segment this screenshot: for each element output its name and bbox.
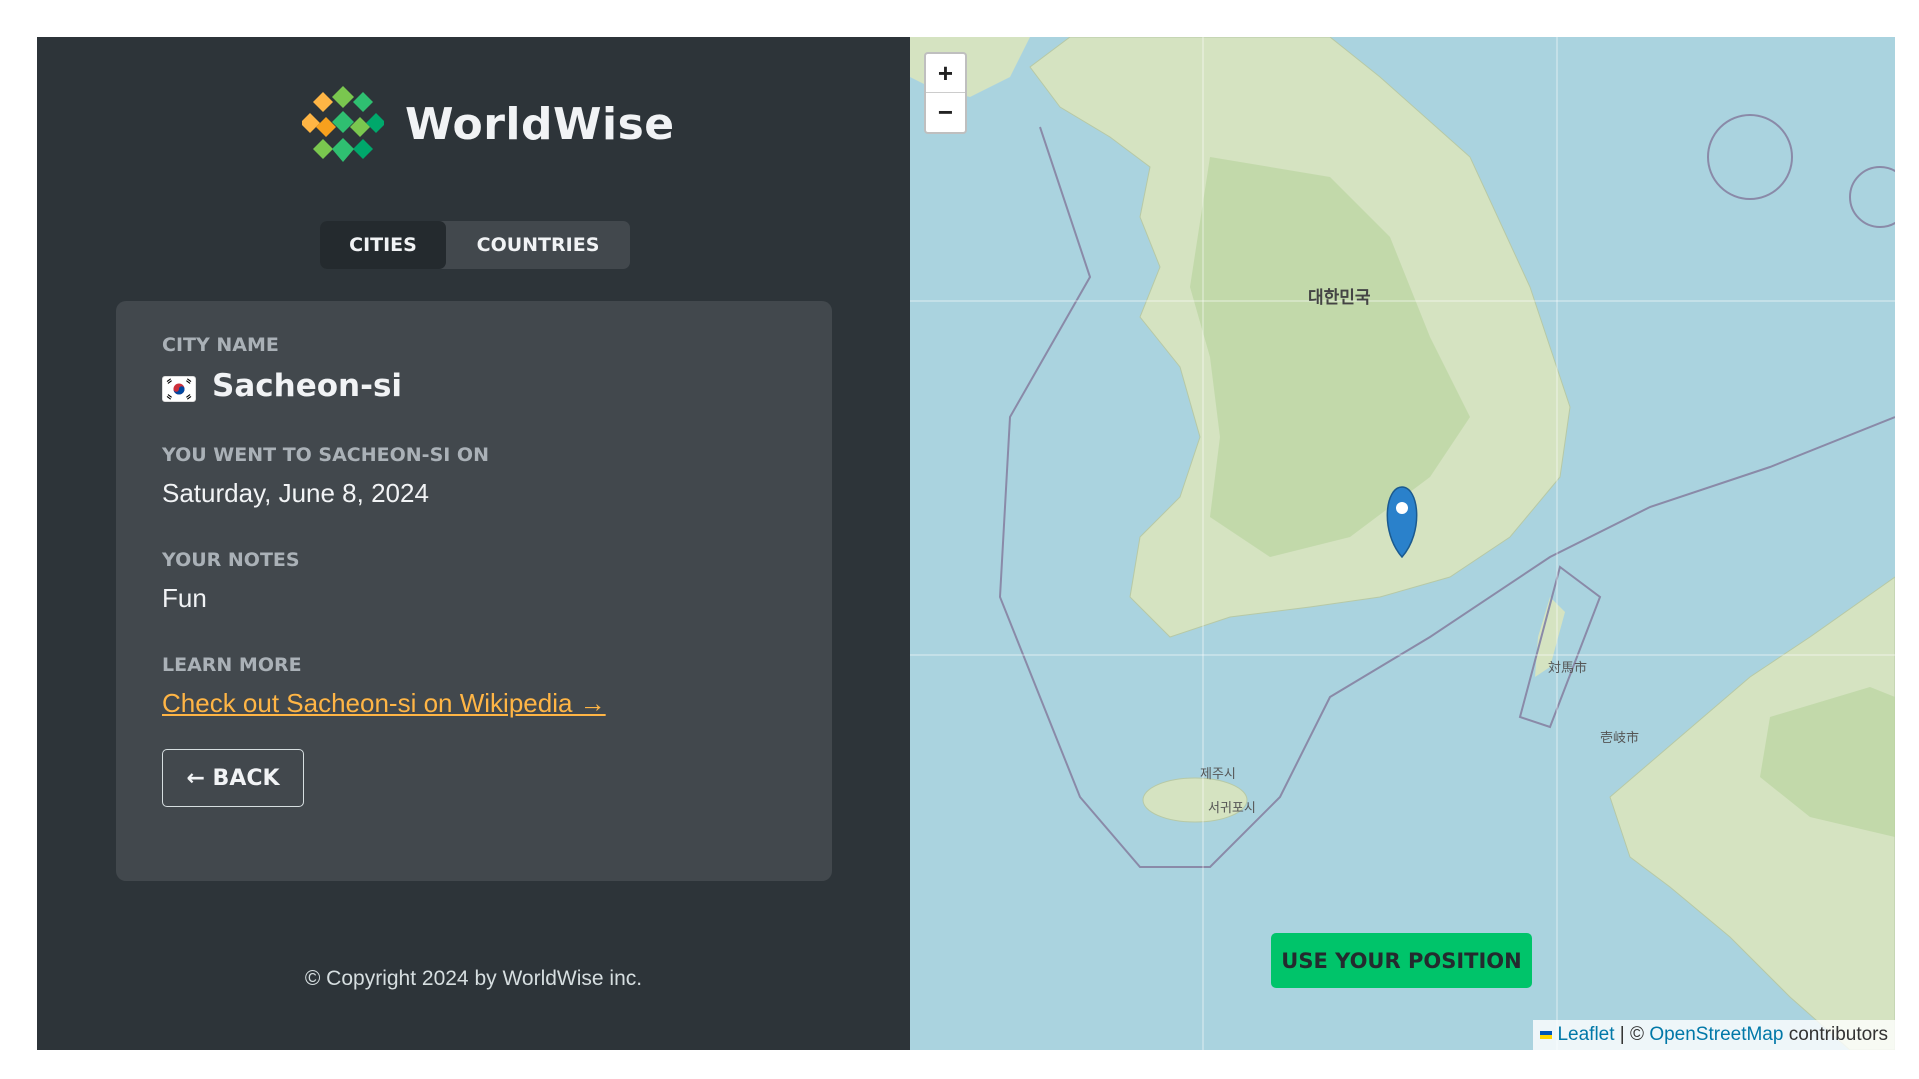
city-details-card: CITY NAME Sacheon-si YOU WENT TO SACHEON… <box>116 301 832 881</box>
tab-countries[interactable]: COUNTRIES <box>446 221 630 269</box>
place-label: 제주시 <box>1200 767 1236 782</box>
place-label: 서귀포시 <box>1208 801 1256 816</box>
city-name-row: Sacheon-si <box>162 368 786 404</box>
ukraine-flag-icon <box>1540 1031 1553 1039</box>
city-name: Sacheon-si <box>212 368 403 404</box>
map-container[interactable]: 대한민국 제주시 서귀포시 対馬市 壱岐市 + − USE YOUR POSIT… <box>910 37 1895 1050</box>
globe-logo-icon <box>302 86 384 162</box>
osm-link[interactable]: OpenStreetMap <box>1649 1024 1783 1046</box>
notes-label: YOUR NOTES <box>162 549 300 571</box>
south-korea-flag-icon <box>162 376 196 402</box>
city-name-label: CITY NAME <box>162 334 279 356</box>
notes-value: Fun <box>162 583 207 613</box>
map-tiles <box>910 37 1895 1050</box>
zoom-out-button[interactable]: − <box>926 93 965 132</box>
leaflet-link[interactable]: Leaflet <box>1557 1024 1614 1046</box>
logo[interactable]: WorldWise <box>302 83 675 165</box>
zoom-control: + − <box>924 52 967 134</box>
use-position-button[interactable]: USE YOUR POSITION <box>1271 933 1532 988</box>
back-button[interactable]: ← BACK <box>162 749 304 807</box>
learn-more-label: LEARN MORE <box>162 654 302 676</box>
visit-date-label: YOU WENT TO SACHEON-SI ON <box>162 444 489 466</box>
place-label: 壱岐市 <box>1600 731 1640 746</box>
app-container: WorldWise CITIES COUNTRIES CITY NAME Sac… <box>37 37 1895 1050</box>
attribution-separator: | © <box>1614 1024 1650 1045</box>
place-label: 対馬市 <box>1548 661 1588 676</box>
attribution-contributors: contributors <box>1783 1024 1888 1045</box>
tab-cities[interactable]: CITIES <box>320 221 446 269</box>
brand-name: WorldWise <box>405 98 675 150</box>
tab-nav: CITIES COUNTRIES <box>320 221 630 269</box>
zoom-in-button[interactable]: + <box>926 54 965 93</box>
map-attribution: Leaflet | © OpenStreetMap contributors <box>1533 1020 1895 1050</box>
country-label: 대한민국 <box>1308 288 1371 308</box>
copyright-footer: © Copyright 2024 by WorldWise inc. <box>304 967 643 990</box>
visit-date: Saturday, June 8, 2024 <box>162 478 429 508</box>
sidebar: WorldWise CITIES COUNTRIES CITY NAME Sac… <box>37 37 910 1050</box>
wikipedia-link[interactable]: Check out Sacheon-si on Wikipedia → <box>162 688 606 719</box>
